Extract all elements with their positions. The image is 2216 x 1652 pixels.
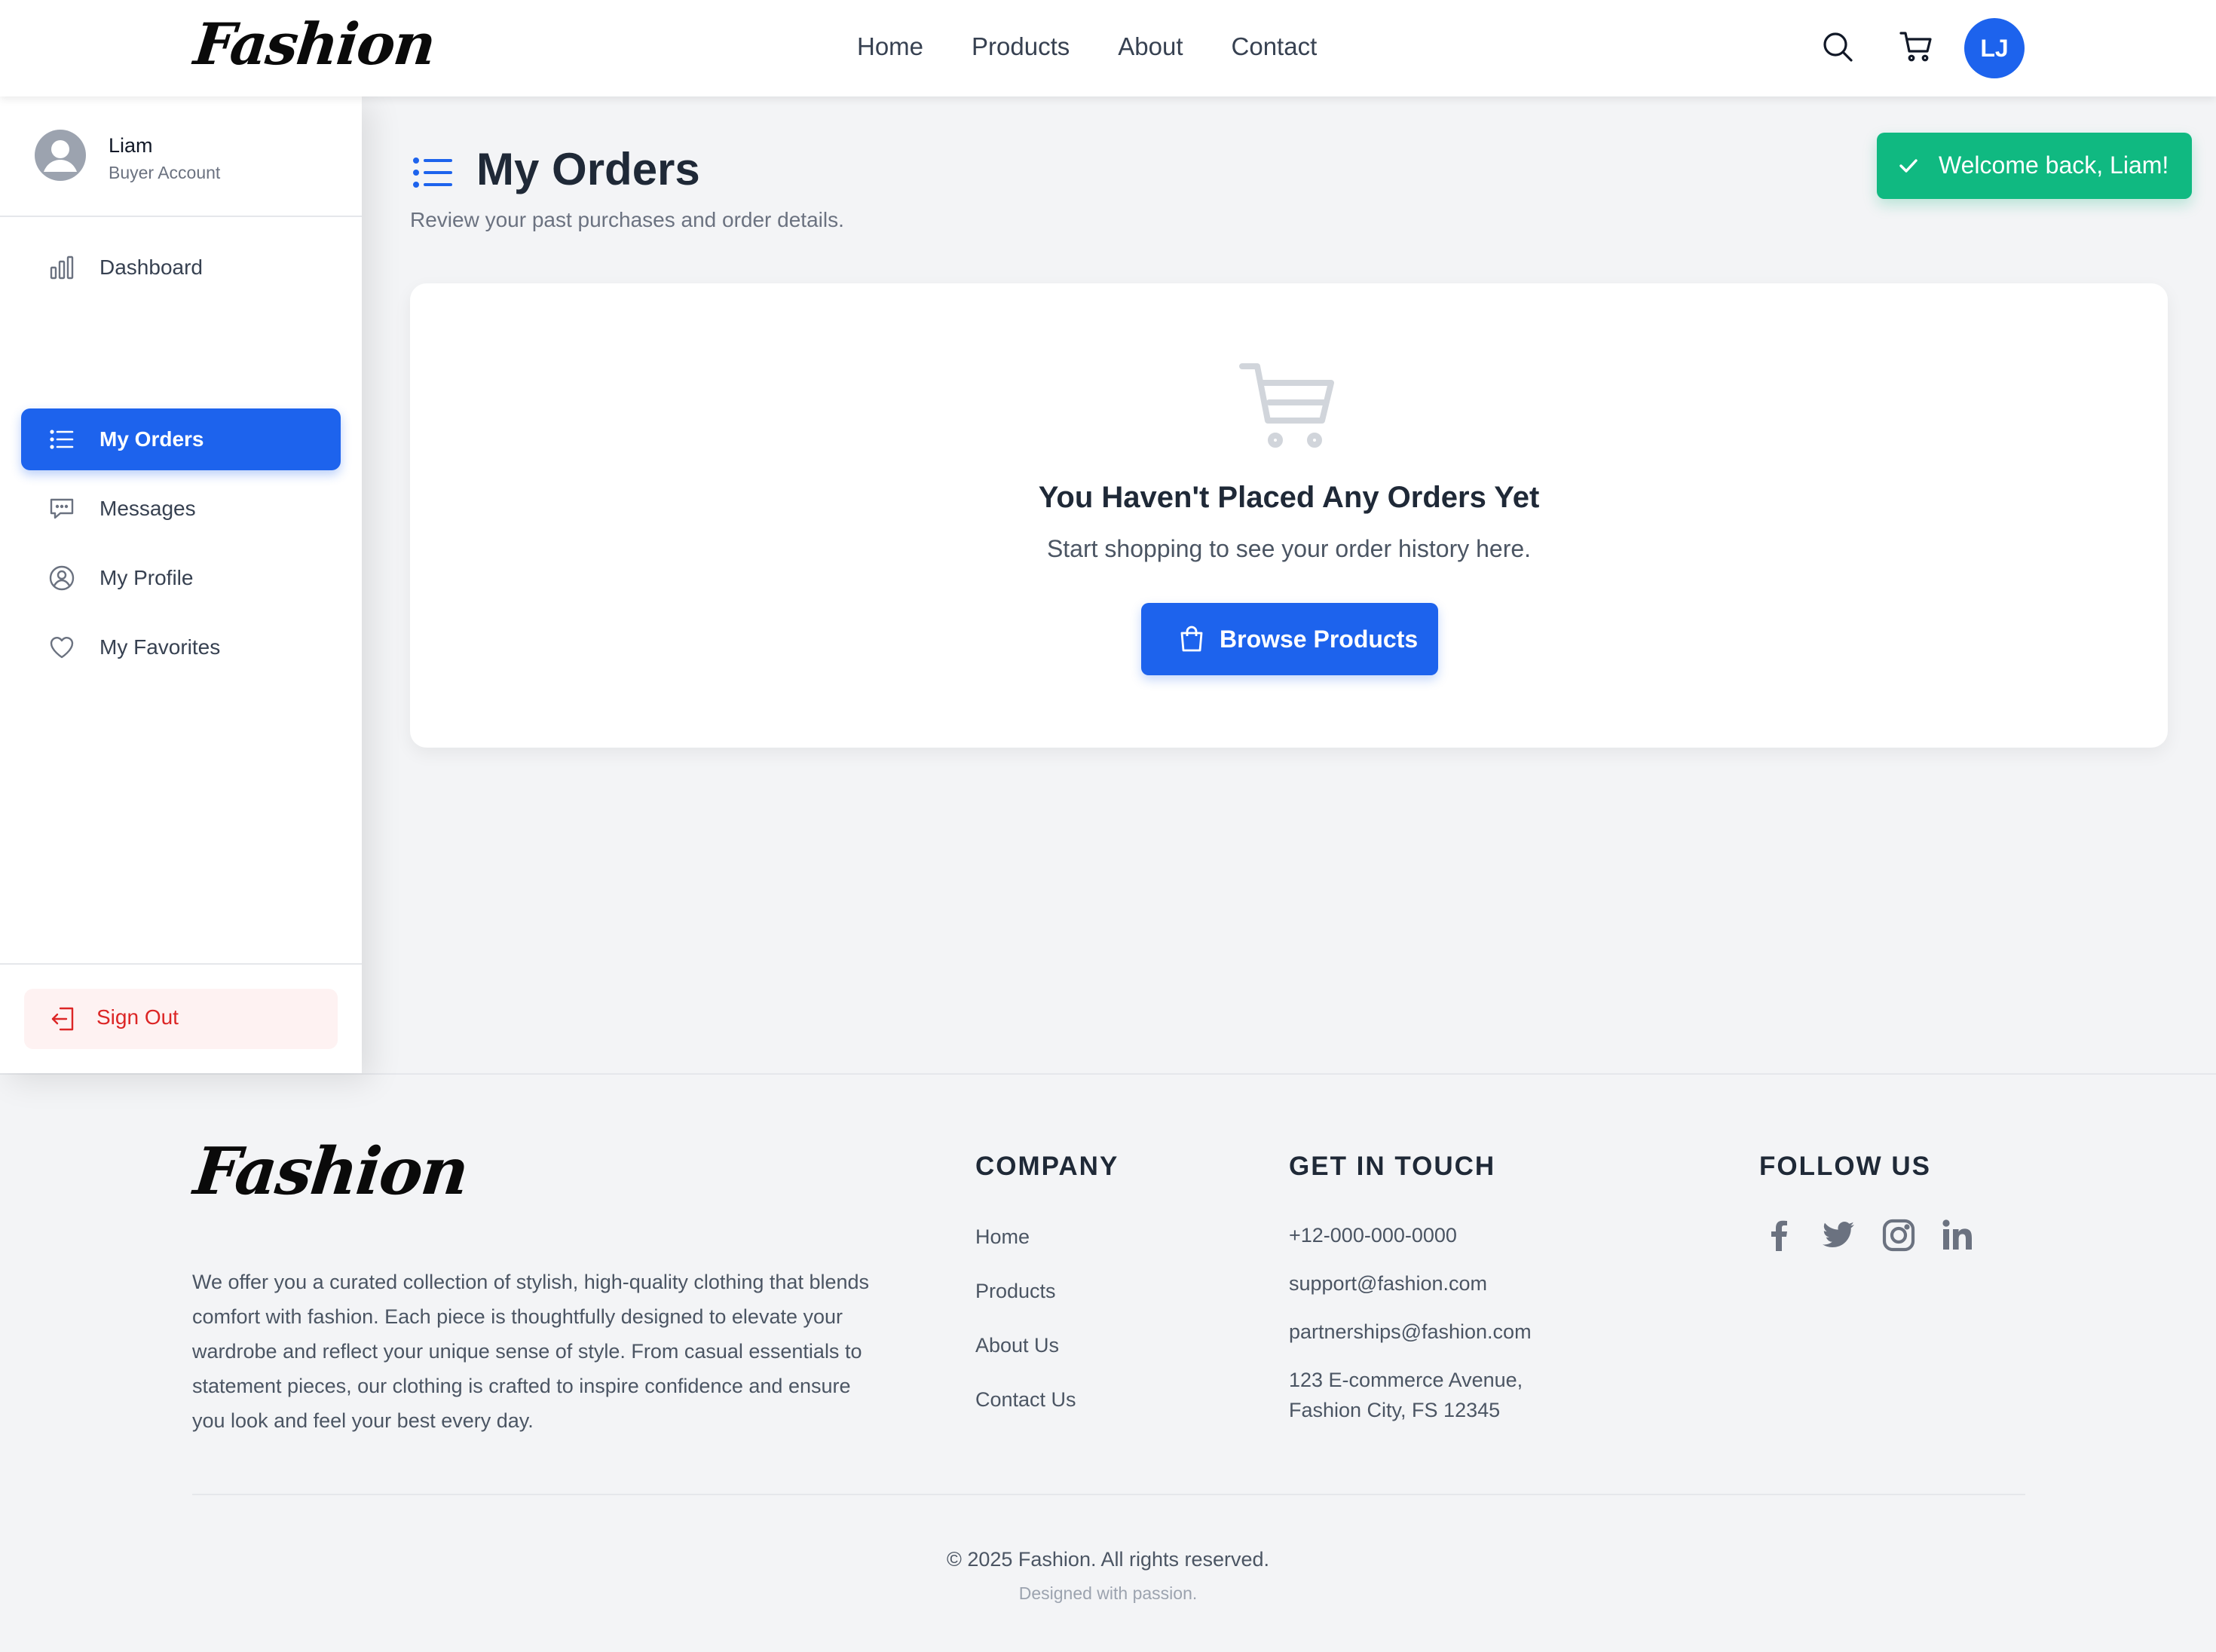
footer-company-heading: COMPANY [975,1152,1119,1181]
search-icon[interactable] [1820,29,1856,65]
empty-orders-card: You Haven't Placed Any Orders Yet Start … [410,283,2168,748]
footer-about-text: We offer you a curated collection of sty… [192,1271,870,1432]
main-nav: Home Products About Contact [857,29,1317,65]
list-icon [50,430,74,449]
sidebar-item-my-orders[interactable]: My Orders [21,408,341,470]
top-header: Fashion Home Products About Contact LJ [0,0,2216,96]
footer-address-line1: 123 E-commerce Avenue, [1289,1369,1523,1391]
welcome-toast: Welcome back, Liam! [1877,133,2192,199]
user-avatar-button[interactable]: LJ [1964,18,2025,78]
footer-phone: +12-000-000-0000 [1289,1224,1457,1247]
footer-email-support[interactable]: support@fashion.com [1289,1268,1487,1299]
list-icon [413,158,452,188]
footer-link-contact-us[interactable]: Contact Us [975,1388,1076,1412]
empty-state-title: You Haven't Placed Any Orders Yet [1038,481,1540,514]
footer-link-home[interactable]: Home [975,1225,1030,1249]
sidebar-item-dashboard[interactable]: Dashboard [21,237,341,298]
linkedin-icon[interactable] [1939,1216,1976,1254]
footer-link-products[interactable]: Products [975,1280,1056,1303]
sign-out-icon [51,1007,74,1031]
toast-message: Welcome back, Liam! [1939,151,2169,179]
twitter-icon[interactable] [1820,1216,1857,1254]
sign-out-label: Sign Out [96,1005,179,1029]
sidebar-user-role: Buyer Account [109,163,221,182]
sidebar-item-label: My Favorites [99,635,221,659]
nav-about-link[interactable]: About [1118,29,1183,65]
sidebar-user-card: Liam Buyer Account [0,96,362,217]
shopping-bag-icon [1180,626,1203,652]
chat-icon [50,498,74,519]
brand-logo[interactable]: Fashion [191,11,437,78]
footer-logo[interactable]: Fashion [191,1133,471,1210]
footer-email-partner[interactable]: partnerships@fashion.com [1289,1317,1532,1347]
page-subtitle: Review your past purchases and order det… [410,208,844,231]
sidebar-user-name: Liam [109,134,153,157]
sidebar-item-label: Dashboard [99,255,203,279]
empty-state-text: Start shopping to see your order history… [1046,535,1532,562]
footer-touch-heading: GET IN TOUCH [1289,1152,1496,1181]
sign-out-button[interactable]: Sign Out [24,989,338,1049]
footer-copyright: © 2025 Fashion. All rights reserved. [946,1548,1270,1571]
chart-bar-icon [50,255,74,280]
sidebar-item-my-favorites[interactable]: My Favorites [21,616,341,678]
cart-icon [1239,363,1334,448]
footer-designed-note: Designed with passion. [1018,1583,1198,1603]
sidebar-divider [0,963,362,965]
check-icon [1899,159,1918,173]
user-circle-icon [49,565,75,591]
browse-products-label: Browse Products [1220,626,1419,653]
footer-follow-heading: FOLLOW US [1759,1152,1931,1181]
user-avatar-icon [35,130,86,181]
sidebar-item-my-profile[interactable]: My Profile [21,547,341,609]
nav-contact-link[interactable]: Contact [1232,29,1318,65]
footer-link-about-us[interactable]: About Us [975,1334,1059,1357]
nav-home-link[interactable]: Home [857,29,923,65]
sidebar-item-messages[interactable]: Messages [21,478,341,540]
cart-icon[interactable] [1898,29,1934,65]
facebook-icon[interactable] [1761,1216,1798,1254]
page-title: My Orders [476,144,700,194]
footer-address-line2: Fashion City, FS 12345 [1289,1399,1501,1421]
nav-products-link[interactable]: Products [972,29,1070,65]
sidebar-item-label: My Orders [99,427,204,451]
sidebar-item-label: Messages [99,497,196,520]
instagram-icon[interactable] [1880,1216,1918,1254]
sidebar-item-label: My Profile [99,566,194,589]
footer-divider [0,1073,2216,1075]
heart-icon [50,637,74,659]
account-sidebar: Liam Buyer Account Dashboard My Orders M… [0,96,362,1073]
browse-products-button[interactable]: Browse Products [1141,603,1438,675]
footer-bottom-divider [192,1494,2025,1495]
